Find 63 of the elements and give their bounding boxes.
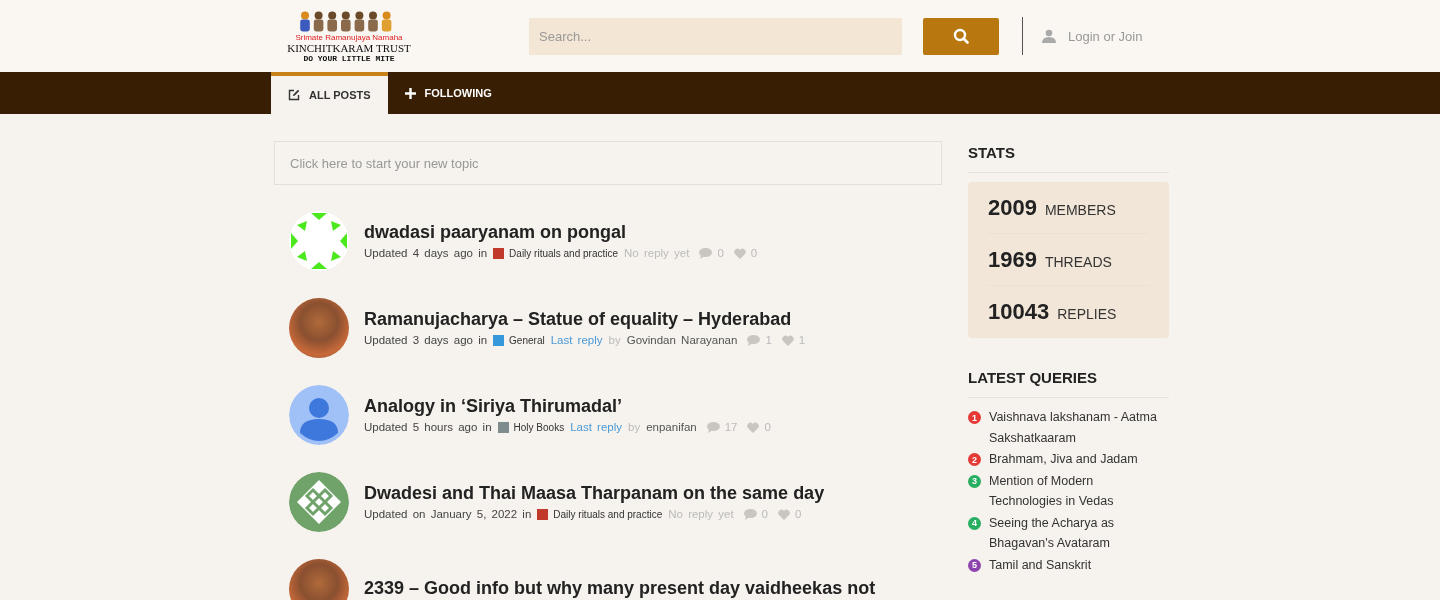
comment-icon xyxy=(699,247,713,259)
comment-icon xyxy=(706,421,720,433)
category-tag[interactable]: Daily rituals and practice xyxy=(493,247,619,259)
topic-title[interactable]: Ramanujacharya – Statue of equality – Hyderabad xyxy=(364,309,806,330)
topic-title[interactable]: dwadasi paaryanam on pongal xyxy=(364,222,758,243)
updated-text: Updated 3 days ago in xyxy=(364,334,488,346)
stat-number: 1969 xyxy=(988,247,1037,273)
heart-icon xyxy=(747,421,760,433)
heart-icon xyxy=(781,334,794,346)
number-badge: 3 xyxy=(968,474,981,488)
reply-count: 0 xyxy=(761,508,768,520)
query-link[interactable]: Brahmam, Jiva and Jadam xyxy=(989,449,1138,470)
like-count: 0 xyxy=(764,421,771,433)
topic-title[interactable]: Analogy in ‘Siriya Thirumadal’ xyxy=(364,396,771,417)
reply-count: 0 xyxy=(717,247,724,259)
latest-queries-heading: LATEST QUERIES xyxy=(968,366,1169,398)
stat-label: MEMBERS xyxy=(1044,202,1116,218)
comment-icon xyxy=(747,334,761,346)
number-badge: 2 xyxy=(968,453,981,466)
stat-number: 2009 xyxy=(988,195,1037,221)
nav-tab[interactable]: FOLLOWING xyxy=(387,72,509,114)
by-text: by xyxy=(628,421,641,433)
query-link[interactable]: Mention of Modern Technologies in Vedas xyxy=(989,470,1169,512)
stats-heading: STATS xyxy=(968,141,1169,173)
no-reply-text: No reply yet xyxy=(624,247,690,259)
nav-tab[interactable]: ALL POSTS xyxy=(271,72,388,114)
photo-placeholder xyxy=(289,558,349,600)
avatar-icon xyxy=(289,471,349,532)
user-icon xyxy=(1042,29,1056,43)
edit-icon xyxy=(288,89,300,101)
heart-icon xyxy=(733,247,746,259)
logo-title: KINCHITKARAM TRUST xyxy=(287,42,411,54)
category-tag[interactable]: Holy Books xyxy=(497,421,565,433)
logo-tagline: Srimate Ramanujaya Namaha xyxy=(295,33,403,42)
stat-label: THREADS xyxy=(1044,254,1112,270)
user-link[interactable]: Govindan Narayanan xyxy=(626,334,738,346)
comment-icon xyxy=(743,508,757,520)
search-field[interactable]: Search... xyxy=(529,17,902,55)
topic-title[interactable]: Dwadesi and Thai Maasa Tharpanam on the same day xyxy=(364,483,825,504)
number-badge: 1 xyxy=(968,411,981,424)
query-link[interactable]: Tamil and Sanskrit xyxy=(989,554,1092,575)
number-badge: 5 xyxy=(968,558,981,572)
plus-icon xyxy=(404,87,416,99)
category-tag[interactable]: Daily rituals and practice xyxy=(537,508,663,520)
topic-title[interactable]: 2339 – Good info but why many present day vaidheekas not xyxy=(364,578,876,599)
category-tag[interactable]: General xyxy=(493,334,545,346)
number-badge: 4 xyxy=(968,516,981,530)
search-icon xyxy=(953,28,969,44)
search-button[interactable] xyxy=(923,17,999,55)
new-topic-field[interactable]: Click here to start your new topic xyxy=(274,141,942,185)
query-link[interactable]: Vaishnava lakshanam - Aatma Sakshatkaaram xyxy=(989,407,1169,448)
avatar-icon xyxy=(289,210,349,271)
heart-icon xyxy=(778,508,790,520)
updated-text: Updated on January 5, 2022 in xyxy=(364,508,532,520)
stat-label: REPLIES xyxy=(1057,306,1117,322)
logo-motto: DO YOUR LITTLE MITE xyxy=(303,54,395,63)
updated-text: Updated 5 hours ago in xyxy=(364,421,492,433)
stat-number: 10043 xyxy=(988,299,1050,325)
user-link[interactable]: enpanifan xyxy=(646,421,697,433)
query-link[interactable]: Seeing the Acharya as Bhagavan's Avataram xyxy=(989,512,1169,554)
avatar-icon xyxy=(289,384,349,445)
logo[interactable]: Srimate Ramanujaya Namaha KINCHITKARAM TRUST DO YOUR LITTLE MITE xyxy=(274,9,424,63)
updated-text: Updated 4 days ago in xyxy=(364,247,488,259)
